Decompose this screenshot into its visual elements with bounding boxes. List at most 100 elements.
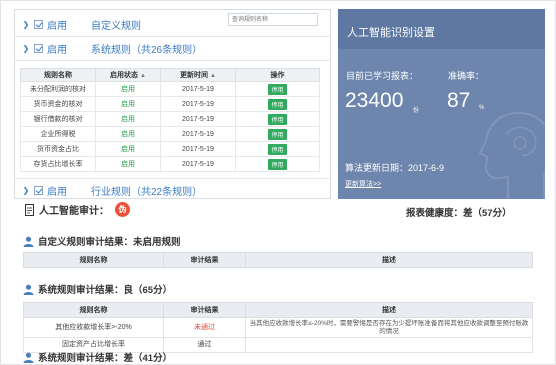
system-rules-table-wrap: 规则名称 启用状态 ▲ 更新时间 ▲ 操作 未分配利润的核对 启用 2017-5… (20, 68, 320, 180)
user-icon (23, 284, 34, 295)
system-audit-table: 规则名称 审计结果 描述 其他应收款增长率>-20% 未通过 当其他应收款增长率… (23, 302, 533, 353)
table-row: 未分配利润的核对 启用 2017-5-19 停用 (20, 81, 320, 97)
rule-date: 2017-5-19 (160, 141, 236, 157)
fake-badge: 伪 (115, 202, 130, 217)
table-row: 货币资金占比 启用 2017-5-19 停用 (20, 141, 320, 157)
col-rule-name: 规则名称 (20, 68, 96, 82)
industry-rules-title: 行业规则（共22条规则） (91, 186, 203, 198)
custom-audit-heading: 自定义规则审计结果：未启用规则 (23, 234, 181, 248)
accuracy-value: 87 (447, 89, 471, 112)
rule-op-cell: 停用 (235, 111, 320, 127)
rule-description: 当其他应收款增长率≤-20%时，需要警惕是否存在为少提坏账准备而将其他应收款调整… (245, 317, 533, 338)
chevron-right-icon[interactable]: ❯ (21, 20, 31, 29)
col-status[interactable]: 启用状态 ▲ (95, 68, 161, 82)
ai-panel-title: 人工智能识别设置 (338, 9, 545, 49)
user-icon (23, 236, 34, 247)
rule-status: 启用 (95, 126, 161, 142)
custom-rules-checkbox[interactable] (34, 19, 43, 29)
audit-result: 通过 (163, 337, 246, 353)
system-rules-checkbox[interactable] (34, 43, 43, 53)
rule-name: 其他应收款增长率>-20% (23, 317, 164, 338)
col-updated[interactable]: 更新时间 ▲ (160, 68, 236, 82)
update-algorithm-link[interactable]: 更新算法>> (345, 179, 381, 189)
table-row: 企业所得税 启用 2017-5-19 停用 (20, 126, 320, 142)
ai-settings-panel: 人工智能识别设置 目前已学习报表： 准确率： 23400 份 87 % 算法更新… (338, 9, 545, 199)
col-description: 描述 (245, 252, 533, 268)
algorithm-update-date: 算法更新日期：2017-6-9 (345, 163, 445, 173)
rule-status: 启用 (95, 81, 161, 97)
custom-rules-title: 自定义规则 (91, 20, 141, 32)
accuracy-label: 准确率： (448, 71, 485, 81)
user-icon (23, 352, 34, 363)
disable-button[interactable]: 停用 (268, 158, 287, 170)
custom-audit-result: 自定义规则审计结果：未启用规则 (38, 237, 181, 248)
table-row: 银行借款的核对 启用 2017-5-19 停用 (20, 111, 320, 127)
chevron-right-icon[interactable]: ❯ (21, 186, 31, 195)
learned-label: 目前已学习报表： (346, 71, 419, 81)
table-header-row: 规则名称 审计结果 描述 (23, 302, 533, 318)
industry-audit-heading: 系统规则审计结果：差（41分） (23, 350, 172, 364)
sort-icon[interactable]: ▲ (210, 73, 216, 79)
rules-panel: ❯ 启用 自定义规则 ❯ 启用 系统规则（共26条规则） 规则名称 启用状态 ▲… (14, 9, 331, 199)
system-rules-enable-label: 启用 (47, 44, 67, 56)
rule-status: 启用 (95, 156, 161, 172)
industry-rules-row[interactable]: ❯ 启用 行业规则（共22条规则） (15, 180, 203, 198)
custom-rules-row[interactable]: ❯ 启用 自定义规则 (15, 14, 141, 34)
rule-status: 启用 (95, 111, 161, 127)
system-rules-row[interactable]: ❯ 启用 系统规则（共26条规则） (15, 38, 202, 58)
divider (15, 36, 330, 37)
table-row: 货币资金的核对 启用 2017-5-19 停用 (20, 96, 320, 112)
ai-audit-label: 人工智能审计： (39, 206, 109, 217)
custom-audit-table: 规则名称 审计结果 描述 (23, 252, 533, 268)
report-health: 报表健康度：差（57分） (406, 208, 512, 219)
rule-op-cell: 停用 (235, 156, 320, 172)
custom-rules-enable-label: 启用 (47, 20, 67, 32)
system-audit-result: 系统规则审计结果：良（65分） (38, 285, 173, 296)
rule-description (245, 337, 533, 353)
disable-button[interactable]: 停用 (268, 98, 287, 110)
col-result: 审计结果 (163, 302, 246, 318)
chevron-down-icon[interactable]: ❯ (21, 44, 31, 53)
disable-button[interactable]: 停用 (268, 128, 287, 140)
rule-op-cell: 停用 (235, 126, 320, 142)
disable-button[interactable]: 停用 (268, 143, 287, 155)
table-row: 存货占比增长率 启用 2017-5-19 停用 (20, 156, 320, 172)
rule-name: 货币资金占比 (20, 141, 96, 157)
col-rule-name: 规则名称 (23, 252, 164, 268)
col-result: 审计结果 (163, 252, 246, 268)
disable-button[interactable]: 停用 (268, 113, 287, 125)
rule-name: 企业所得税 (20, 126, 96, 142)
col-description: 描述 (245, 302, 533, 318)
rule-search-input[interactable] (228, 13, 318, 26)
rule-op-cell: 停用 (235, 81, 320, 97)
table-header-row: 规则名称 启用状态 ▲ 更新时间 ▲ 操作 (20, 68, 320, 82)
disable-button[interactable]: 停用 (268, 83, 287, 95)
ai-audit-line: 人工智能审计： 伪 (25, 202, 130, 217)
divider (15, 60, 330, 61)
rule-date: 2017-5-19 (160, 156, 236, 172)
rule-date: 2017-5-19 (160, 111, 236, 127)
table-row: 其他应收款增长率>-20% 未通过 当其他应收款增长率≤-20%时，需要警惕是否… (23, 317, 533, 338)
industry-rules-checkbox[interactable] (34, 185, 43, 195)
document-icon (25, 203, 34, 216)
rule-date: 2017-5-19 (160, 81, 236, 97)
report-window: ❯ 启用 自定义规则 ❯ 启用 系统规则（共26条规则） 规则名称 启用状态 ▲… (0, 0, 556, 365)
col-operation: 操作 (235, 68, 320, 82)
rule-status: 启用 (95, 96, 161, 112)
industry-audit-result: 系统规则审计结果：差（41分） (38, 353, 173, 364)
system-rules-title: 系统规则（共26条规则） (91, 44, 203, 56)
ai-head-icon (478, 112, 545, 199)
rule-name: 货币资金的核对 (20, 96, 96, 112)
rule-name: 未分配利润的核对 (20, 81, 96, 97)
divider (15, 178, 330, 179)
rule-date: 2017-5-19 (160, 126, 236, 142)
audit-result: 未通过 (163, 317, 246, 338)
system-rules-table: 规则名称 启用状态 ▲ 更新时间 ▲ 操作 未分配利润的核对 启用 2017-5… (20, 68, 320, 172)
rule-status: 启用 (95, 141, 161, 157)
industry-rules-enable-label: 启用 (47, 186, 67, 198)
sort-icon[interactable]: ▲ (140, 73, 146, 79)
rule-op-cell: 停用 (235, 141, 320, 157)
learned-unit: 份 (413, 108, 420, 114)
system-audit-heading: 系统规则审计结果：良（65分） (23, 282, 172, 296)
rule-name: 存货占比增长率 (20, 156, 96, 172)
